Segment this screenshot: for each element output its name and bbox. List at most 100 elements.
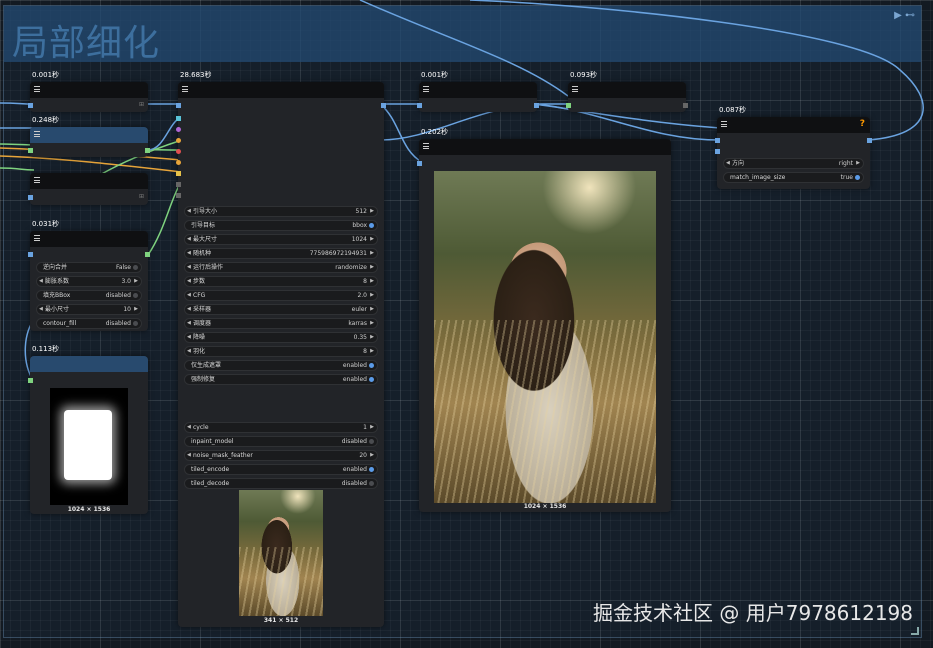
decrement-icon[interactable]: ◀ xyxy=(187,347,191,356)
increment-icon[interactable]: ▶ xyxy=(370,333,374,342)
increment-icon[interactable]: ▶ xyxy=(134,305,138,314)
input-slot[interactable] xyxy=(176,182,181,187)
toggle-icon[interactable] xyxy=(369,467,374,472)
input-slot[interactable] xyxy=(176,127,181,132)
node-6[interactable]: 0.001秒 xyxy=(417,71,539,112)
node-mask-options[interactable]: 0.031秒 逆向合并 False ◀ 膨胀系数 3.0 ▶ 填充BBox di… xyxy=(28,220,150,331)
node-image-preview[interactable]: 0.202秒 1024 × 1536 xyxy=(417,128,671,512)
output-slot[interactable] xyxy=(381,103,386,108)
increment-icon[interactable]: ▶ xyxy=(856,159,860,168)
widget-min-size[interactable]: ◀ 最小尺寸 10 ▶ xyxy=(36,304,142,315)
input-slot[interactable] xyxy=(28,148,33,153)
node-mask-preview[interactable]: 0.113秒 1024 × 1536 xyxy=(28,345,148,514)
output-slot[interactable] xyxy=(534,103,539,108)
group-controls-icon[interactable]: ▶ ⊷ xyxy=(894,10,915,21)
increment-icon[interactable]: ▶ xyxy=(370,249,374,258)
widget-direction[interactable]: ◀ 方向 right ▶ xyxy=(723,158,864,169)
input-slot[interactable] xyxy=(417,103,422,108)
node-2[interactable]: 0.248秒 xyxy=(28,116,150,157)
increment-icon[interactable]: ▶ xyxy=(370,451,374,460)
group-title[interactable]: 局部细化 xyxy=(12,14,160,66)
decrement-icon[interactable]: ◀ xyxy=(39,305,43,314)
node-title-bar[interactable] xyxy=(30,82,148,98)
node-title-bar[interactable] xyxy=(178,82,384,98)
widget-row[interactable]: 仅生成遮罩 enabled xyxy=(184,360,378,371)
widget-row[interactable]: tiled_encode enabled xyxy=(184,464,378,475)
node-7[interactable]: 0.093秒 xyxy=(566,71,688,112)
widget-row[interactable]: tiled_decode disabled xyxy=(184,478,378,489)
resize-handle-icon[interactable] xyxy=(911,627,919,635)
input-slot[interactable] xyxy=(417,161,422,166)
widget-row[interactable]: ◀ CFG 2.0 ▶ xyxy=(184,290,378,301)
widget-row[interactable]: ◀ 最大尺寸 1024 ▶ xyxy=(184,234,378,245)
widget-dilation[interactable]: ◀ 膨胀系数 3.0 ▶ xyxy=(36,276,142,287)
increment-icon[interactable]: ▶ xyxy=(370,207,374,216)
menu-icon[interactable] xyxy=(721,121,727,127)
decrement-icon[interactable]: ◀ xyxy=(187,207,191,216)
node-image-concat[interactable]: 0.087秒 ? ◀ 方向 right ▶ match_image_size t… xyxy=(715,106,872,189)
decrement-icon[interactable]: ◀ xyxy=(187,235,191,244)
widget-row[interactable]: ◀ 运行后操作 randomize ▶ xyxy=(184,262,378,273)
node-title-bar[interactable] xyxy=(419,82,537,98)
toggle-icon[interactable] xyxy=(369,439,374,444)
menu-icon[interactable] xyxy=(34,131,40,137)
increment-icon[interactable]: ▶ xyxy=(370,347,374,356)
menu-icon[interactable] xyxy=(423,143,429,149)
menu-icon[interactable] xyxy=(182,86,188,92)
output-grid-icon[interactable]: ⊞ xyxy=(139,101,144,108)
widget-row[interactable]: ◀ cycle 1 ▶ xyxy=(184,422,378,433)
increment-icon[interactable]: ▶ xyxy=(370,305,374,314)
input-slot[interactable] xyxy=(28,378,33,383)
increment-icon[interactable]: ▶ xyxy=(370,423,374,432)
widget-row[interactable]: ◀ 步数 8 ▶ xyxy=(184,276,378,287)
input-slot[interactable] xyxy=(715,149,720,154)
toggle-icon[interactable] xyxy=(369,481,374,486)
help-icon[interactable]: ? xyxy=(860,119,865,129)
toggle-icon[interactable] xyxy=(369,363,374,368)
output-slot[interactable] xyxy=(145,148,150,153)
decrement-icon[interactable]: ◀ xyxy=(187,319,191,328)
widget-fill-bbox[interactable]: 填充BBox disabled xyxy=(36,290,142,301)
widget-row[interactable]: ◀ 调度器 karras ▶ xyxy=(184,318,378,329)
output-grid-icon[interactable]: ⊞ xyxy=(139,193,144,200)
toggle-icon[interactable] xyxy=(133,321,138,326)
toggle-icon[interactable] xyxy=(133,265,138,270)
increment-icon[interactable]: ▶ xyxy=(370,319,374,328)
output-slot[interactable] xyxy=(683,103,688,108)
increment-icon[interactable]: ▶ xyxy=(370,235,374,244)
menu-icon[interactable] xyxy=(34,235,40,241)
node-canvas[interactable]: 局部细化 ▶ ⊷ 0.001秒 ⊞ 0.248秒 ⊞ 0.031秒 逆向合并 F… xyxy=(0,0,933,648)
input-slot[interactable] xyxy=(28,195,33,200)
widget-row[interactable]: 引导目标 bbox xyxy=(184,220,378,231)
widget-row[interactable]: 强制修复 enabled xyxy=(184,374,378,385)
decrement-icon[interactable]: ◀ xyxy=(187,249,191,258)
widget-row[interactable]: ◀ 羽化 8 ▶ xyxy=(184,346,378,357)
node-1[interactable]: 0.001秒 ⊞ xyxy=(28,71,148,112)
decrement-icon[interactable]: ◀ xyxy=(187,305,191,314)
node-title-bar[interactable] xyxy=(568,82,686,98)
widget-row[interactable]: ◀ 随机种 775986972194931 ▶ xyxy=(184,248,378,259)
widget-row[interactable]: inpaint_model disabled xyxy=(184,436,378,447)
node-detailer[interactable]: 28.683秒 ◀ 引导大小 512 ▶ 引导目标 bbox ◀ 最大尺寸 1024 ▶ ◀ 随机种 7… xyxy=(176,71,386,627)
group-header[interactable]: 局部细化 ▶ ⊷ xyxy=(4,6,921,64)
toggle-icon[interactable] xyxy=(369,223,374,228)
input-slot[interactable] xyxy=(176,160,181,165)
input-slot[interactable] xyxy=(176,171,181,176)
output-slot[interactable] xyxy=(145,252,150,257)
node-title-bar[interactable] xyxy=(30,173,148,189)
widget-row[interactable]: ◀ 降噪 0.35 ▶ xyxy=(184,332,378,343)
output-slot[interactable] xyxy=(867,138,872,143)
decrement-icon[interactable]: ◀ xyxy=(187,263,191,272)
input-slot[interactable] xyxy=(28,103,33,108)
decrement-icon[interactable]: ◀ xyxy=(187,333,191,342)
menu-icon[interactable] xyxy=(572,86,578,92)
toggle-icon[interactable] xyxy=(855,175,860,180)
decrement-icon[interactable]: ◀ xyxy=(187,277,191,286)
input-slot[interactable] xyxy=(176,149,181,154)
decrement-icon[interactable]: ◀ xyxy=(187,291,191,300)
node-title-bar[interactable] xyxy=(30,231,148,247)
widget-match-image-size[interactable]: match_image_size true xyxy=(723,172,864,183)
input-slot[interactable] xyxy=(176,116,181,121)
menu-icon[interactable] xyxy=(34,86,40,92)
node-title-bar[interactable] xyxy=(30,127,148,143)
